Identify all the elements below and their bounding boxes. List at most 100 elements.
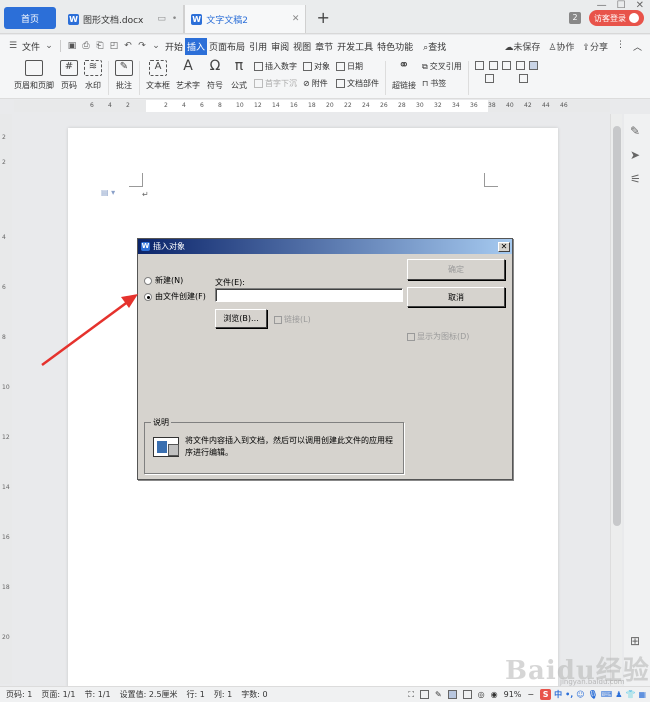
layout-icon[interactable] [502, 61, 512, 70]
save-icon[interactable]: ▣ [65, 41, 79, 51]
outline-view-icon[interactable] [462, 690, 472, 699]
cancel-button[interactable]: 取消 [407, 287, 505, 307]
unsaved-button[interactable]: ☁未保存 [504, 40, 540, 53]
file-path-input[interactable] [215, 288, 403, 302]
guest-login-button[interactable]: 访客登录 [589, 10, 644, 26]
insert-number-button[interactable]: 插入数字 [254, 61, 297, 72]
formula-button[interactable]: π 公式 [230, 57, 248, 91]
share-button[interactable]: ⇪分享 [582, 40, 608, 53]
doc-parts-button[interactable]: 文档部件 [336, 78, 379, 89]
drop-cap-button[interactable]: 首字下沉 [254, 78, 297, 89]
paragraph-handle-icon[interactable]: ▤ ▾ [101, 188, 115, 197]
menu-file[interactable]: 文件 [20, 40, 42, 53]
input-method-bar[interactable]: S 中 •, ☺ 🎙 ⌨ ♟ 👕 ▦ [540, 689, 646, 700]
print-icon[interactable]: ⎗ [93, 41, 107, 51]
menu-references[interactable]: 引用 [247, 40, 269, 53]
dialog-title-bar[interactable]: W 插入对象 ✕ [138, 239, 512, 254]
radio-button[interactable] [144, 292, 152, 301]
ok-button[interactable]: 确定 [407, 259, 505, 280]
search-button[interactable]: ⌕查找 [421, 40, 448, 53]
dialog-close-button[interactable]: ✕ [498, 241, 510, 252]
tab-document-2[interactable]: W 文字文稿2 ✕ [184, 5, 307, 33]
hyperlink-button[interactable]: ⚭ 超链接 [392, 57, 416, 91]
status-word-count[interactable]: 字数: 0 [241, 689, 267, 700]
layout-icon[interactable] [488, 61, 498, 70]
eye-protection-icon[interactable]: ◉ [491, 690, 498, 699]
textbox-button[interactable]: A 文本框 [146, 57, 170, 91]
print-preview-icon[interactable]: ◰ [107, 41, 121, 51]
cursor-icon[interactable]: ➤ [630, 148, 640, 162]
tab-document-1[interactable]: W 图形文档.docx ▭ • [62, 5, 185, 33]
status-setting[interactable]: 设置值: 2.5厘米 [120, 689, 178, 700]
page-number-button[interactable]: # 页码 [60, 57, 78, 91]
monitor-icon[interactable]: ▭ [157, 14, 166, 24]
settings-sliders-icon[interactable]: ⚟ [630, 172, 641, 186]
wordart-button[interactable]: A 艺术字 [176, 57, 200, 91]
more-icon[interactable]: ⋮ [616, 40, 625, 53]
customize-toolbar-icon[interactable]: ⌄ [149, 41, 163, 51]
symbol-button[interactable]: Ω 符号 [206, 57, 224, 91]
tab-close-icon[interactable]: ✕ [292, 14, 300, 24]
page-view-icon[interactable] [447, 690, 457, 699]
menu-developer[interactable]: 开发工具 [335, 40, 375, 53]
cross-ref-button[interactable]: ⧉ 交叉引用 [422, 61, 462, 72]
date-button[interactable]: 日期 [336, 61, 379, 72]
chevron-down-icon[interactable]: ⌄ [42, 41, 56, 51]
vertical-ruler[interactable]: 2 2 4 6 8 10 12 14 16 18 20 [0, 114, 12, 684]
status-pages[interactable]: 页面: 1/1 [41, 689, 75, 700]
zoom-level[interactable]: 91% [504, 690, 522, 699]
menu-view[interactable]: 视图 [291, 40, 313, 53]
status-page-number[interactable]: 页码: 1 [6, 689, 32, 700]
layout-icon[interactable] [529, 61, 539, 70]
menu-home[interactable]: 开始 [163, 40, 185, 53]
redo-icon[interactable]: ↷ [135, 41, 149, 51]
comment-button[interactable]: ✎ 批注 [115, 57, 133, 91]
dot-icon[interactable]: • [172, 14, 177, 24]
horizontal-ruler[interactable]: 6 4 2 2 4 6 8 10 12 14 16 18 20 22 24 26… [14, 100, 610, 112]
collapse-ribbon-icon[interactable]: ︿ [633, 40, 642, 53]
write-view-icon[interactable]: ✎ [435, 690, 442, 699]
scrollbar-thumb[interactable] [613, 126, 621, 526]
bookmark-button[interactable]: ⊓ 书签 [422, 78, 462, 89]
collab-button[interactable]: ♙协作 [548, 40, 574, 53]
link-checkbox[interactable]: 链接(L) [274, 314, 311, 325]
menu-page-layout[interactable]: 页面布局 [207, 40, 247, 53]
checkbox[interactable] [407, 332, 415, 341]
web-view-icon[interactable]: ◎ [478, 690, 485, 699]
radio-new[interactable]: 新建(N) [144, 275, 183, 286]
display-as-icon-checkbox[interactable]: 显示为图标(D) [407, 331, 469, 342]
close-window-icon[interactable]: ✕ [636, 0, 644, 11]
window-count-badge[interactable]: 2 [569, 12, 581, 24]
menu-insert[interactable]: 插入 [185, 37, 208, 55]
zoom-out-icon[interactable]: − [527, 690, 534, 699]
undo-icon[interactable]: ↶ [121, 41, 135, 51]
status-col[interactable]: 列: 1 [214, 689, 232, 700]
status-row[interactable]: 行: 1 [187, 689, 205, 700]
maximize-icon[interactable]: ☐ [617, 0, 626, 11]
radio-button[interactable] [144, 276, 152, 285]
menu-section[interactable]: 章节 [313, 40, 335, 53]
radio-from-file[interactable]: 由文件创建(F) [144, 291, 206, 302]
checkbox[interactable] [274, 315, 282, 324]
attachment-button[interactable]: ⊘ 附件 [303, 78, 330, 89]
header-footer-button[interactable]: 页眉和页脚 [14, 57, 54, 91]
grid-icon[interactable]: ⊞ [630, 634, 640, 648]
read-view-icon[interactable] [419, 690, 429, 699]
layout-icon[interactable] [515, 61, 525, 70]
menu-special[interactable]: 特色功能 [375, 40, 415, 53]
status-section[interactable]: 节: 1/1 [84, 689, 110, 700]
minimize-icon[interactable]: — [597, 0, 607, 11]
tab-home[interactable]: 首页 [4, 7, 56, 29]
new-tab-plus-icon[interactable]: + [316, 8, 329, 27]
object-button[interactable]: 对象 [303, 61, 330, 72]
export-pdf-icon[interactable]: ⎙ [79, 41, 93, 51]
layout-icon[interactable] [519, 74, 529, 83]
layout-icon[interactable] [475, 61, 485, 70]
pen-icon[interactable]: ✎ [630, 124, 640, 138]
browse-button[interactable]: 浏览(B)... [215, 309, 267, 328]
fullscreen-icon[interactable]: ⛶ [408, 690, 414, 700]
vertical-scrollbar[interactable] [610, 114, 622, 686]
hamburger-menu-icon[interactable]: ☰ [6, 41, 20, 51]
menu-review[interactable]: 审阅 [269, 40, 291, 53]
watermark-button[interactable]: ≋ 水印 [84, 57, 102, 91]
